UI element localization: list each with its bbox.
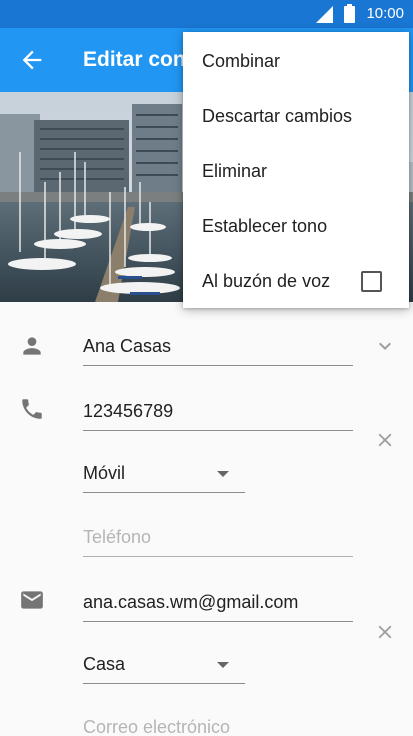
name-field[interactable]: Ana Casas	[83, 326, 353, 366]
back-arrow-icon[interactable]	[18, 46, 46, 74]
signal-icon	[316, 6, 333, 23]
status-bar: 10:00	[0, 0, 413, 28]
menu-item-buzon-label: Al buzón de voz	[202, 271, 331, 291]
contact-form: Ana Casas 123456789 Móvil Teléfono ana.c…	[0, 302, 413, 736]
status-time: 10:00	[366, 5, 404, 22]
dropdown-arrow-icon	[217, 471, 229, 477]
dropdown-arrow-icon	[217, 662, 229, 668]
overflow-menu: Combinar Descartar cambios Eliminar Esta…	[183, 32, 409, 308]
new-email-field[interactable]: Correo electrónico	[83, 707, 353, 736]
chevron-down-icon[interactable]	[373, 334, 397, 358]
menu-item-combinar[interactable]: Combinar	[183, 34, 409, 89]
email-field[interactable]: ana.casas.wm@gmail.com	[83, 582, 353, 622]
new-phone-field[interactable]: Teléfono	[83, 517, 353, 557]
phone-field[interactable]: 123456789	[83, 391, 353, 431]
email-icon	[21, 591, 43, 609]
menu-item-establecer-tono[interactable]: Establecer tono	[183, 199, 409, 254]
battery-icon	[344, 4, 355, 23]
menu-item-buzon-de-voz[interactable]: Al buzón de voz	[183, 254, 409, 309]
person-icon	[23, 337, 41, 355]
phone-icon	[22, 399, 42, 419]
phone-type-select[interactable]: Móvil	[83, 453, 245, 493]
close-icon[interactable]	[374, 621, 396, 643]
email-type-select[interactable]: Casa	[83, 644, 245, 684]
voicemail-checkbox[interactable]	[361, 271, 382, 292]
close-icon[interactable]	[374, 429, 396, 451]
menu-item-descartar-cambios[interactable]: Descartar cambios	[183, 89, 409, 144]
email-type-label: Casa	[83, 654, 126, 674]
menu-item-eliminar[interactable]: Eliminar	[183, 144, 409, 199]
phone-type-label: Móvil	[83, 463, 126, 483]
